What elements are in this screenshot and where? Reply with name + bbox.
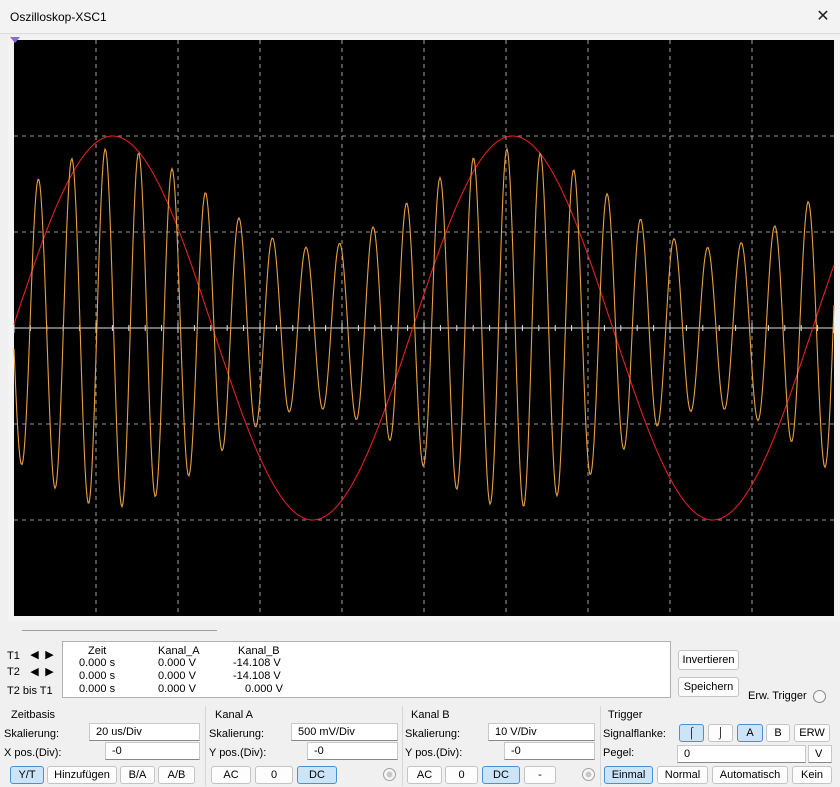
trigger-edge-label: Signalflanke: — [603, 728, 666, 740]
kanal-b-scale-label: Skalierung: — [405, 728, 461, 740]
title-bar: Oszilloskop-XSC1 ✕ — [0, 0, 840, 34]
t2-right-arrow-icon[interactable]: ▶ — [43, 667, 56, 679]
add-button[interactable]: Hinzufügen — [47, 766, 117, 784]
t2-t1-label: T2 bis T1 — [7, 685, 53, 697]
kanal-a-scale-field[interactable]: 500 mV/Div — [291, 723, 398, 741]
diff-kanal-b: 0.000 V — [245, 683, 283, 695]
invert-button[interactable]: Invertieren — [678, 650, 739, 670]
group-divider — [600, 706, 601, 786]
ext-trigger-label: Erw. Trigger — [748, 690, 807, 702]
trigger-normal-button[interactable]: Normal — [657, 766, 708, 784]
kanal-a-title: Kanal A — [215, 709, 253, 721]
header-kanal-a: Kanal_A — [158, 645, 200, 657]
ab-button[interactable]: A/B — [158, 766, 195, 784]
diff-zeit: 0.000 s — [79, 683, 116, 695]
ext-trigger-connector[interactable] — [813, 690, 826, 703]
scope-display — [10, 37, 835, 616]
yt-button[interactable]: Y/T — [10, 766, 44, 784]
oscilloscope-window: Oszilloskop-XSC1 ✕ T1 ◀ ▶ T2 ◀ ▶ T2 bis … — [0, 0, 840, 787]
window-title: Oszilloskop-XSC1 — [10, 10, 107, 24]
t2-kanal-a: 0.000 V — [158, 670, 196, 682]
t2-zeit: 0.000 s — [79, 670, 116, 682]
close-icon[interactable]: ✕ — [806, 0, 840, 34]
trigger-level-label: Pegel: — [603, 747, 635, 759]
trigger-level-field[interactable]: 0 — [677, 745, 806, 763]
ba-button[interactable]: B/A — [120, 766, 155, 784]
kanal-a-ypos-field[interactable]: -0 — [307, 742, 398, 760]
trigger-source-ext-button[interactable]: ERW — [794, 724, 830, 742]
kanal-b-scale-field[interactable]: 10 V/Div — [488, 723, 595, 741]
diff-kanal-a: 0.000 V — [158, 683, 196, 695]
t1-left-arrow-icon[interactable]: ◀ — [28, 650, 41, 662]
kanal-a-ac-button[interactable]: AC — [211, 766, 251, 784]
kanal-b-minus-button[interactable]: - — [524, 766, 556, 784]
measurement-table: Zeit Kanal_A Kanal_B 0.000 s 0.000 V -14… — [62, 641, 671, 698]
kanal-a-dc-button[interactable]: DC — [297, 766, 337, 784]
header-zeit: Zeit — [88, 645, 107, 657]
zeitbasis-scale-label: Skalierung: — [4, 728, 60, 740]
kanal-b-ypos-field[interactable]: -0 — [504, 742, 595, 760]
kanal-a-zero-button[interactable]: 0 — [255, 766, 293, 784]
zeitbasis-title: Zeitbasis — [11, 709, 56, 721]
t1-zeit: 0.000 s — [79, 657, 116, 669]
zeitbasis-xpos-field[interactable]: -0 — [105, 742, 200, 760]
kanal-b-ypos-label: Y pos.(Div): — [405, 747, 463, 759]
rising-edge-icon[interactable]: ⌠ — [679, 724, 704, 742]
kanal-b-title: Kanal B — [411, 709, 450, 721]
header-kanal-b: Kanal_B — [238, 645, 280, 657]
kanal-a-scale-label: Skalierung: — [209, 728, 265, 740]
trigger-source-b-button[interactable]: B — [766, 724, 790, 742]
save-button[interactable]: Speichern — [678, 677, 739, 697]
t1-kanal-a: 0.000 V — [158, 657, 196, 669]
trigger-level-unit[interactable]: V — [808, 745, 832, 763]
kanal-b-zero-button[interactable]: 0 — [445, 766, 478, 784]
falling-edge-icon[interactable]: ⌡ — [708, 724, 733, 742]
kanal-a-ypos-label: Y pos.(Div): — [209, 747, 267, 759]
trigger-source-a-button[interactable]: A — [737, 724, 763, 742]
kanal-b-dc-button[interactable]: DC — [482, 766, 520, 784]
t1-kanal-b: -14.108 V — [233, 657, 281, 669]
t1-label: T1 — [7, 650, 20, 662]
kanal-b-ac-button[interactable]: AC — [407, 766, 442, 784]
kanal-b-connector[interactable] — [582, 768, 595, 781]
kanal-a-connector[interactable] — [383, 768, 396, 781]
t1-right-arrow-icon[interactable]: ▶ — [43, 650, 56, 662]
group-divider — [402, 706, 403, 786]
t2-label: T2 — [7, 666, 20, 678]
trigger-auto-button[interactable]: Automatisch — [712, 766, 788, 784]
oscilloscope-screen — [8, 36, 840, 622]
group-divider — [205, 706, 206, 786]
trigger-none-button[interactable]: Kein — [792, 766, 832, 784]
trigger-title: Trigger — [608, 709, 643, 721]
trigger-single-button[interactable]: Einmal — [604, 766, 653, 784]
t2-kanal-b: -14.108 V — [233, 670, 281, 682]
zeitbasis-scale-field[interactable]: 20 us/Div — [89, 723, 200, 741]
zeitbasis-xpos-label: X pos.(Div): — [4, 747, 62, 759]
divider — [22, 630, 217, 631]
t2-left-arrow-icon[interactable]: ◀ — [28, 667, 41, 679]
